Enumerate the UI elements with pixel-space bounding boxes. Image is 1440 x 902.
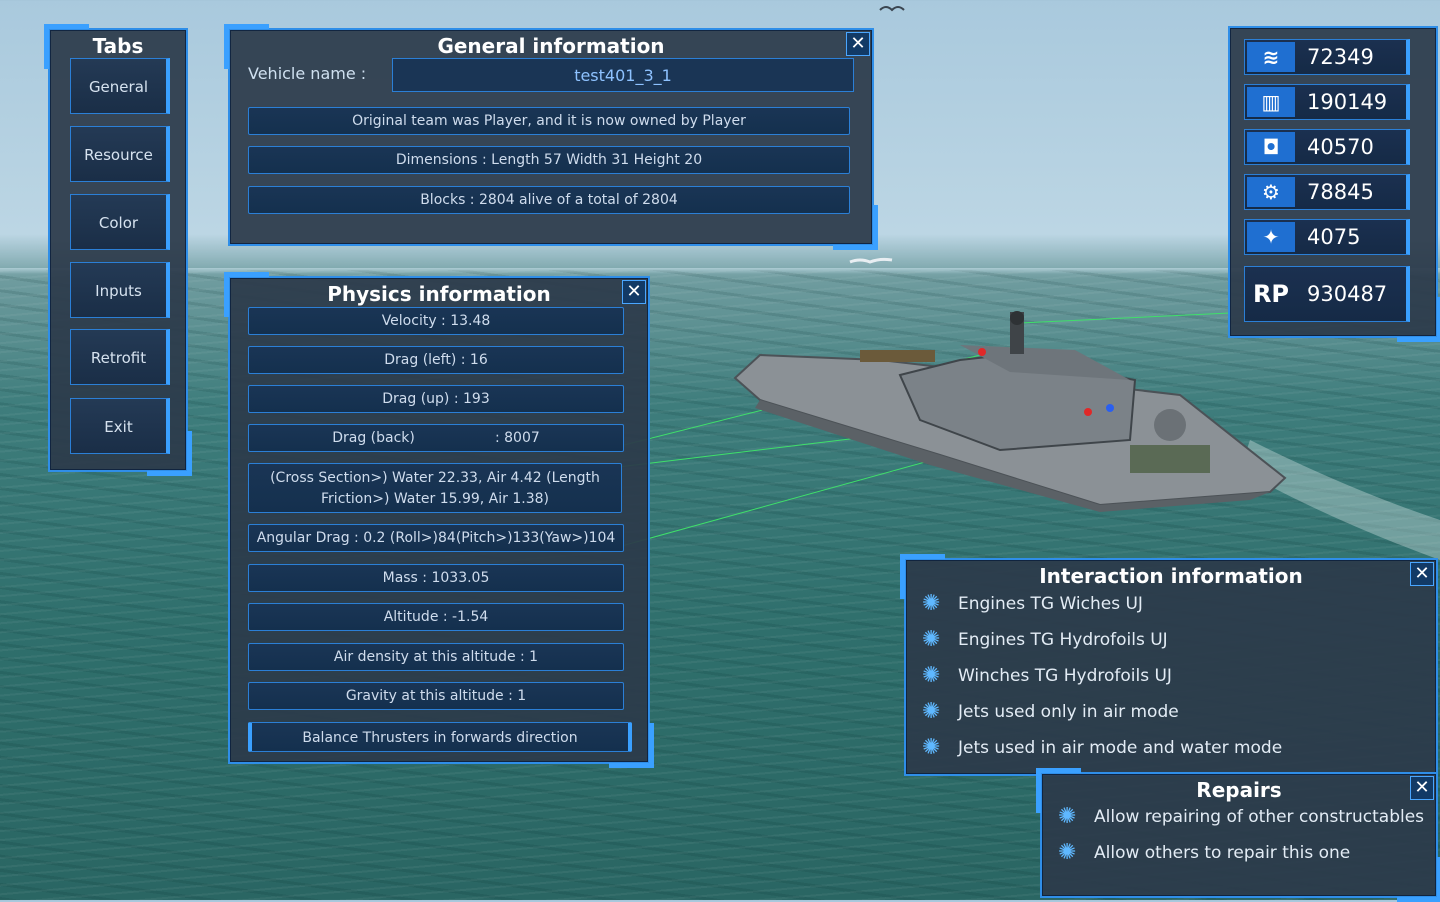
toggle-spark-icon: ✺ bbox=[922, 699, 941, 724]
resource-value: 72349 bbox=[1307, 45, 1374, 69]
interaction-item-label: Jets used only in air mode bbox=[958, 702, 1179, 722]
panel-corner bbox=[1397, 857, 1440, 902]
resource-value: 4075 bbox=[1307, 225, 1361, 249]
interaction-info-panel: Interaction information ✕ ✺ Engines TG Wi… bbox=[900, 554, 1438, 776]
repair-option-label: Allow others to repair this one bbox=[1094, 843, 1351, 863]
ship-red-light bbox=[1084, 408, 1092, 416]
toggle-spark-icon: ✺ bbox=[922, 735, 941, 760]
dimensions-row: Dimensions : Length 57 Width 31 Height 2… bbox=[248, 146, 850, 174]
toggle-spark-icon: ✺ bbox=[1058, 840, 1077, 865]
resource-value: 930487 bbox=[1307, 282, 1388, 306]
rp-icon: RP bbox=[1252, 280, 1290, 308]
interaction-item[interactable]: ✺ Jets used only in air mode bbox=[922, 697, 1179, 727]
interaction-item-label: Engines TG Wiches UJ bbox=[958, 594, 1143, 614]
general-info-title: General information bbox=[437, 34, 665, 58]
repair-option[interactable]: ✺ Allow repairing of other constructables bbox=[1058, 802, 1424, 832]
seagull bbox=[849, 257, 893, 264]
tabs-panel: Tabs General Resource Color Inputs Retro… bbox=[44, 24, 192, 476]
blocks-row: Blocks : 2804 alive of a total of 2804 bbox=[248, 186, 850, 214]
close-icon[interactable]: ✕ bbox=[622, 280, 646, 304]
vehicle-name-label: Vehicle name : bbox=[248, 64, 367, 83]
repair-option-label: Allow repairing of other constructables bbox=[1094, 807, 1425, 827]
interaction-item[interactable]: ✺ Engines TG Wiches UJ bbox=[922, 589, 1143, 619]
mass-row: Mass : 1033.05 bbox=[248, 564, 624, 592]
physics-info-title: Physics information bbox=[327, 282, 551, 306]
ammo-icon: ▥ bbox=[1247, 87, 1295, 117]
angular-drag-row: Angular Drag : 0.2 (Roll>)84(Pitch>)133(… bbox=[248, 524, 624, 552]
tab-general[interactable]: General bbox=[70, 58, 170, 114]
resource-rp: RP 930487 bbox=[1244, 266, 1410, 322]
ship-deck-equipment bbox=[860, 350, 935, 362]
resources-panel: ≋ 72349 ▥ 190149 ◘ 40570 ⚙ 78845 ✦ 4075 … bbox=[1228, 26, 1440, 342]
toggle-spark-icon: ✺ bbox=[922, 591, 941, 616]
repairs-panel: Repairs ✕ ✺ Allow repairing of other cons… bbox=[1036, 768, 1440, 902]
interaction-item-label: Winches TG Hydrofoils UJ bbox=[958, 666, 1172, 686]
toggle-spark-icon: ✺ bbox=[922, 627, 941, 652]
drag-back-row: Drag (back) : 8007 bbox=[248, 424, 624, 452]
balance-thrusters-button[interactable]: Balance Thrusters in forwards direction bbox=[248, 722, 632, 752]
resource-fuel: ◘ 40570 bbox=[1244, 129, 1410, 165]
close-icon[interactable]: ✕ bbox=[1410, 776, 1434, 800]
cross-section-row: (Cross Section>) Water 22.33, Air 4.42 (… bbox=[248, 463, 622, 513]
vehicle-name-input[interactable] bbox=[392, 58, 854, 92]
physics-info-panel: Physics information ✕ Velocity : 13.48 D… bbox=[224, 272, 654, 768]
interaction-item[interactable]: ✺ Jets used in air mode and water mode bbox=[922, 733, 1282, 763]
resource-value: 190149 bbox=[1307, 90, 1388, 114]
tabs-title: Tabs bbox=[92, 34, 144, 58]
drag-up-row: Drag (up) : 193 bbox=[248, 385, 624, 413]
repair-option[interactable]: ✺ Allow others to repair this one bbox=[1058, 838, 1350, 868]
interaction-item-label: Engines TG Hydrofoils UJ bbox=[958, 630, 1168, 650]
general-info-panel: General information ✕ Vehicle name : Ori… bbox=[224, 24, 878, 250]
tab-inputs[interactable]: Inputs bbox=[70, 262, 170, 318]
tab-color[interactable]: Color bbox=[70, 194, 170, 250]
tab-retrofit[interactable]: Retrofit bbox=[70, 329, 170, 385]
interaction-item[interactable]: ✺ Engines TG Hydrofoils UJ bbox=[922, 625, 1168, 655]
interaction-item-label: Jets used in air mode and water mode bbox=[958, 738, 1283, 758]
toggle-spark-icon: ✺ bbox=[922, 663, 941, 688]
ship-red-light bbox=[978, 348, 986, 356]
drag-left-row: Drag (left) : 16 bbox=[248, 346, 624, 374]
resource-ammo: ▥ 190149 bbox=[1244, 84, 1410, 120]
resource-crystal: ✦ 4075 bbox=[1244, 219, 1410, 255]
gravity-row: Gravity at this altitude : 1 bbox=[248, 682, 624, 710]
resource-oil: ⚙ 78845 bbox=[1244, 174, 1410, 210]
ship bbox=[733, 311, 1287, 512]
ship-deck-equipment bbox=[1130, 445, 1210, 473]
air-density-row: Air density at this altitude : 1 bbox=[248, 643, 624, 671]
tab-exit[interactable]: Exit bbox=[70, 398, 170, 454]
crystal-icon: ✦ bbox=[1247, 222, 1295, 252]
altitude-row: Altitude : -1.54 bbox=[248, 603, 624, 631]
seagull bbox=[879, 6, 905, 12]
fuel-icon: ◘ bbox=[1247, 132, 1295, 162]
ownership-row: Original team was Player, and it is now … bbox=[248, 107, 850, 135]
velocity-row: Velocity : 13.48 bbox=[248, 307, 624, 335]
toggle-spark-icon: ✺ bbox=[1058, 804, 1077, 829]
interaction-item[interactable]: ✺ Winches TG Hydrofoils UJ bbox=[922, 661, 1172, 691]
close-icon[interactable]: ✕ bbox=[846, 32, 870, 56]
laser-line bbox=[1019, 312, 1231, 324]
ship-turret bbox=[1154, 409, 1186, 441]
ship-blue-light bbox=[1106, 404, 1114, 412]
wake bbox=[1240, 440, 1440, 560]
resource-value: 40570 bbox=[1307, 135, 1374, 159]
material-icon: ≋ bbox=[1247, 42, 1295, 72]
tab-resource[interactable]: Resource bbox=[70, 126, 170, 182]
resource-material: ≋ 72349 bbox=[1244, 39, 1410, 75]
oil-icon: ⚙ bbox=[1247, 177, 1295, 207]
ship-radar bbox=[1010, 311, 1024, 325]
repairs-title: Repairs bbox=[1196, 778, 1282, 802]
interaction-info-title: Interaction information bbox=[1039, 564, 1303, 588]
resource-value: 78845 bbox=[1307, 180, 1374, 204]
close-icon[interactable]: ✕ bbox=[1410, 562, 1434, 586]
